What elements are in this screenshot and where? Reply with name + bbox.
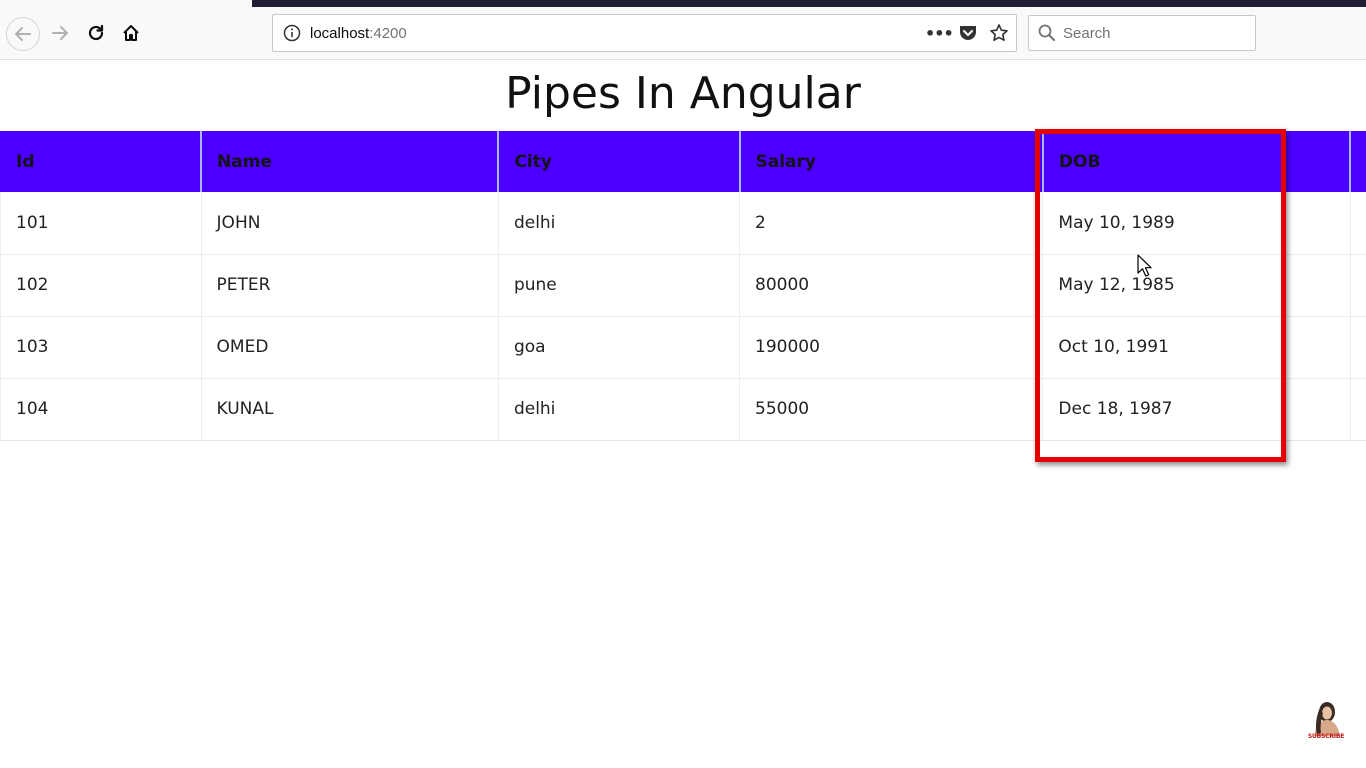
cell-dob: Oct 10, 1991 <box>1042 316 1350 379</box>
pocket-icon[interactable] <box>958 24 978 46</box>
cell-id: 103 <box>0 316 202 379</box>
arrow-left-icon <box>15 27 31 41</box>
cell-dob: May 10, 1989 <box>1042 192 1350 255</box>
page-title: Pipes In Angular <box>505 68 861 119</box>
bookmark-star-icon[interactable] <box>989 23 1009 47</box>
cell-name: JOHN <box>200 192 499 255</box>
url-bar[interactable]: localhost:4200 ••• <box>272 14 1017 52</box>
reload-button[interactable] <box>81 18 111 48</box>
cell-filler <box>1349 378 1366 441</box>
mouse-cursor-icon <box>1137 254 1153 282</box>
cell-city: pune <box>497 254 740 317</box>
table-row: 104 KUNAL delhi 55000 Dec 18, 1987 <box>0 378 1366 441</box>
header-city: City <box>497 131 740 192</box>
search-bar[interactable] <box>1028 15 1256 51</box>
header-salary: Salary <box>738 131 1043 192</box>
cell-name: OMED <box>200 316 499 379</box>
url-port: :4200 <box>369 25 407 42</box>
url-host: localhost <box>310 25 370 42</box>
table-row: 101 JOHN delhi 2 May 10, 1989 <box>0 192 1366 255</box>
browser-toolbar: localhost:4200 ••• <box>0 0 1366 60</box>
cell-name: KUNAL <box>200 378 499 441</box>
search-input[interactable] <box>1063 22 1248 44</box>
forward-button[interactable] <box>45 18 75 48</box>
cell-id: 104 <box>0 378 202 441</box>
cell-salary: 80000 <box>738 254 1043 317</box>
back-button[interactable] <box>6 17 40 51</box>
cell-salary: 55000 <box>738 378 1043 441</box>
cell-salary: 190000 <box>738 316 1043 379</box>
cell-filler <box>1349 254 1366 317</box>
header-name: Name <box>200 131 499 192</box>
url-text[interactable]: localhost:4200 <box>310 25 407 42</box>
header-id: Id <box>0 131 202 192</box>
table-header-row: Id Name City Salary DOB <box>0 131 1366 192</box>
cell-dob: Dec 18, 1987 <box>1042 378 1350 441</box>
cell-name: PETER <box>200 254 499 317</box>
cell-city: delhi <box>497 378 740 441</box>
table-row: 102 PETER pune 80000 May 12, 1985 <box>0 254 1366 317</box>
cell-id: 102 <box>0 254 202 317</box>
cell-filler <box>1349 316 1366 379</box>
page-actions-icon[interactable]: ••• <box>925 24 954 43</box>
subscribe-label[interactable]: SUBSCRIBE <box>1303 733 1349 740</box>
home-icon <box>123 25 139 41</box>
cell-city: delhi <box>497 192 740 255</box>
cell-id: 101 <box>0 192 202 255</box>
arrow-right-icon <box>52 26 68 40</box>
search-icon <box>1038 24 1056 46</box>
employee-table: Id Name City Salary DOB 101 JOHN delhi 2… <box>0 131 1366 441</box>
info-icon[interactable] <box>283 24 301 46</box>
cell-city: goa <box>497 316 740 379</box>
table-row: 103 OMED goa 190000 Oct 10, 1991 <box>0 316 1366 379</box>
reload-icon <box>88 24 104 41</box>
header-dob: DOB <box>1041 131 1350 192</box>
cell-filler <box>1349 192 1366 255</box>
header-filler <box>1349 131 1366 192</box>
cell-dob: May 12, 1985 <box>1042 254 1350 317</box>
cell-salary: 2 <box>738 192 1043 255</box>
home-button[interactable] <box>116 18 146 48</box>
window-title-strip <box>252 0 1366 7</box>
